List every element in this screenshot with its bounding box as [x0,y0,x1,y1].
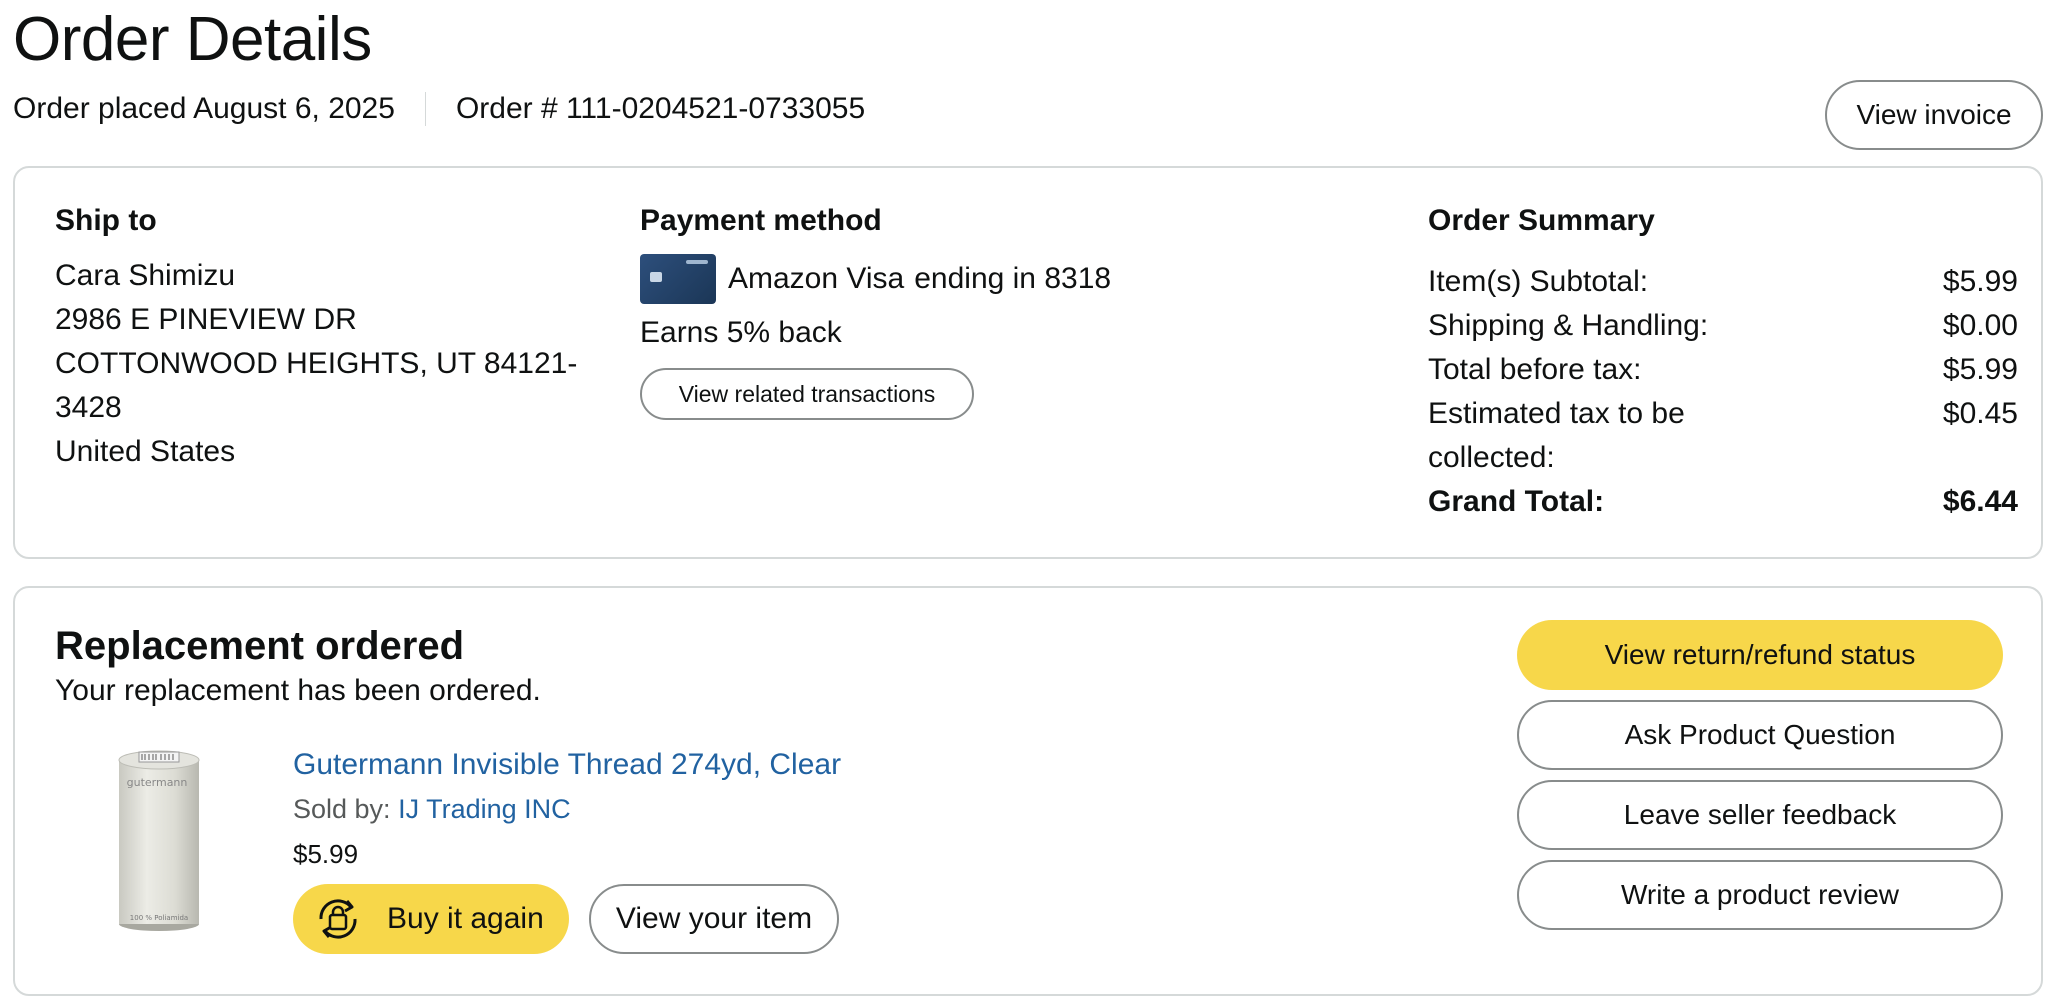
recipient-name: Cara Shimizu [55,259,236,292]
buy-it-again-button[interactable]: Buy it again [293,884,569,954]
grand-total-row: Grand Total: $6.44 [1428,480,2018,524]
page-title: Order Details [13,5,372,74]
order-placed-date: Order placed August 6, 2025 [13,92,395,125]
credit-card-icon [640,254,716,304]
order-summary-section: Order Summary Item(s) Subtotal: $5.99 Sh… [1428,204,2018,524]
buy-it-again-label: Buy it again [387,902,544,935]
address-city: COTTONWOOD HEIGHTS, UT 84121- [55,347,578,380]
summary-row: Estimated tax to be collected: $0.45 [1428,392,2018,480]
summary-row: Total before tax: $5.99 [1428,348,2018,392]
card-chip [650,272,662,282]
address-street: 2986 E PINEVIEW DR [55,303,357,336]
order-info-card: Ship to Cara Shimizu 2986 E PINEVIEW DR … [13,166,2043,559]
replacement-card: Replacement ordered Your replacement has… [13,586,2043,996]
summary-label: Total before tax: [1428,353,1642,386]
product-thumbnail[interactable]: gutermann 100 % Poliamida [109,746,209,936]
grand-total-label: Grand Total: [1428,485,1605,518]
address-country: United States [55,435,236,468]
sold-by-label: Sold by: [293,794,391,824]
rewards-earned: Earns 5% back [640,316,842,349]
view-related-transactions-button[interactable]: View related transactions [640,368,974,420]
view-your-item-button[interactable]: View your item [589,884,839,954]
seller-link[interactable]: IJ Trading INC [398,794,571,824]
spool-material-label: 100 % Poliamida [130,914,188,922]
summary-label: Item(s) Subtotal: [1428,265,1649,298]
summary-row: Item(s) Subtotal: $5.99 [1428,260,2018,304]
product-price: $5.99 [293,839,359,869]
buy-again-icon [319,899,357,939]
summary-value: $0.00 [1942,309,2018,342]
replacement-title: Replacement ordered [55,624,465,668]
grand-total-value: $6.44 [1942,485,2018,518]
ask-product-question-button[interactable]: Ask Product Question [1517,700,2003,770]
ship-to-section: Ship to Cara Shimizu 2986 E PINEVIEW DR … [55,204,615,474]
order-details-page: Order Details Order placed August 6, 202… [0,0,2056,1006]
card-brand-mark [686,260,708,264]
order-meta: Order placed August 6, 2025 Order # 111-… [13,92,865,126]
summary-row: Shipping & Handling: $0.00 [1428,304,2018,348]
summary-value: $0.45 [1942,397,2018,430]
view-invoice-button[interactable]: View invoice [1825,80,2043,150]
card-name: Amazon Visa [728,262,905,295]
summary-value: $5.99 [1942,265,2018,298]
meta-divider [424,92,426,126]
order-number: Order # 111-0204521-0733055 [455,92,866,125]
product-actions: Buy it again View your item [293,884,1193,954]
view-return-refund-status-button[interactable]: View return/refund status [1517,620,2003,690]
card-ending: ending in 8318 [914,262,1112,295]
payment-card-row: Amazon Visa ending in 8318 [640,254,1200,304]
leave-seller-feedback-button[interactable]: Leave seller feedback [1517,780,2003,850]
summary-value: $5.99 [1942,353,2018,386]
order-summary-heading: Order Summary [1428,204,1655,237]
address-zip-continued: 3428 [55,391,122,424]
summary-label: Estimated tax to be collected: [1428,397,1685,474]
product-title-link[interactable]: Gutermann Invisible Thread 274yd, Clear [293,748,1193,782]
payment-method-section: Payment method Amazon Visa ending in 831… [640,204,1200,420]
spool-brand-label: gutermann [127,776,188,789]
ship-to-heading: Ship to [55,204,157,237]
replacement-subtitle: Your replacement has been ordered. [55,674,541,707]
product-details: Gutermann Invisible Thread 274yd, Clear … [293,748,1193,954]
summary-label: Shipping & Handling: [1428,309,1709,342]
sold-by: Sold by: IJ Trading INC [293,794,1193,825]
order-actions: View return/refund status Ask Product Qu… [1517,620,2003,940]
payment-method-heading: Payment method [640,204,882,237]
shipping-address: Cara Shimizu 2986 E PINEVIEW DR COTTONWO… [55,254,615,474]
write-product-review-button[interactable]: Write a product review [1517,860,2003,930]
order-summary-table: Item(s) Subtotal: $5.99 Shipping & Handl… [1428,260,2018,524]
